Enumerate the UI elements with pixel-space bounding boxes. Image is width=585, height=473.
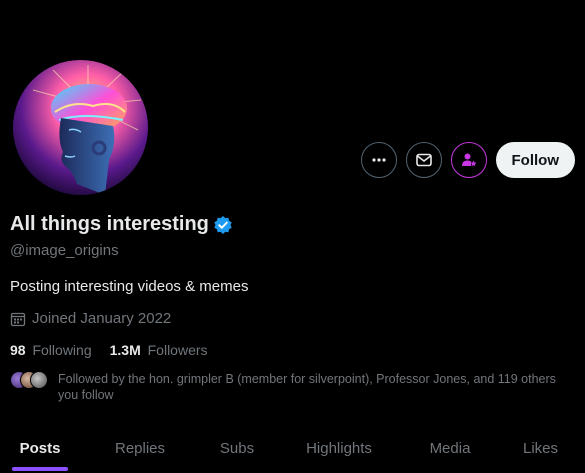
calendar-icon bbox=[10, 312, 26, 326]
following-label: Following bbox=[32, 342, 92, 358]
tab-subs[interactable]: Subs bbox=[200, 424, 274, 473]
follow-button[interactable]: Follow bbox=[495, 142, 575, 178]
profile-tabs: Posts Replies Subs Highlights Media Like… bbox=[0, 424, 585, 473]
followed-by-text: Followed by the hon. grimpler B (member … bbox=[58, 372, 556, 402]
tab-media[interactable]: Media bbox=[404, 424, 496, 473]
mutual-avatars bbox=[10, 371, 50, 391]
followers-link[interactable]: 1.3M Followers bbox=[110, 342, 208, 358]
profile-handle: @image_origins bbox=[10, 242, 119, 259]
subscribe-icon bbox=[461, 153, 476, 167]
following-count: 98 bbox=[10, 342, 26, 358]
tab-replies[interactable]: Replies bbox=[80, 424, 200, 473]
followers-count: 1.3M bbox=[109, 342, 141, 358]
profile-stats: 98 Following 1.3M Followers bbox=[10, 342, 226, 358]
tab-highlights[interactable]: Highlights bbox=[274, 424, 404, 473]
joined-text: Joined January 2022 bbox=[32, 310, 172, 327]
profile-avatar[interactable] bbox=[13, 60, 148, 195]
followed-by[interactable]: Followed by the hon. grimpler B (member … bbox=[10, 371, 570, 403]
following-link[interactable]: 98 Following bbox=[10, 342, 92, 358]
avatar-image bbox=[13, 60, 148, 195]
profile-page: Follow All things interesting @image_ori… bbox=[0, 0, 585, 473]
profile-actions: Follow bbox=[360, 142, 575, 178]
more-button[interactable] bbox=[360, 142, 397, 178]
joined-date: Joined January 2022 bbox=[10, 310, 171, 327]
tab-posts[interactable]: Posts bbox=[0, 424, 80, 473]
followers-label: Followers bbox=[147, 342, 208, 358]
subscribe-button[interactable] bbox=[450, 142, 487, 178]
display-name: All things interesting bbox=[10, 213, 209, 235]
more-icon bbox=[371, 158, 386, 162]
message-button[interactable] bbox=[405, 142, 442, 178]
profile-name-row: All things interesting bbox=[10, 213, 233, 236]
mail-icon bbox=[415, 153, 432, 167]
profile-bio: Posting interesting videos & memes bbox=[10, 278, 249, 295]
mutual-avatar bbox=[30, 371, 48, 389]
tab-likes[interactable]: Likes bbox=[496, 424, 585, 473]
verified-badge-icon[interactable] bbox=[213, 215, 233, 235]
